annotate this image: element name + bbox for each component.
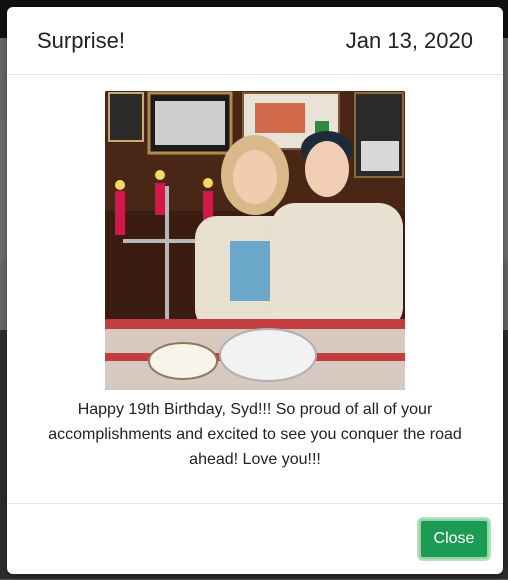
modal-title: Surprise!: [37, 27, 126, 53]
surprise-modal: Surprise! Jan 13, 2020 Happy 19th Birthd…: [7, 7, 503, 574]
birthday-photo: [105, 91, 405, 390]
birthday-message: Happy 19th Birthday, Syd!!! So proud of …: [48, 401, 462, 468]
modal-header: Surprise! Jan 13, 2020: [7, 7, 503, 75]
close-button[interactable]: Close: [419, 519, 489, 559]
modal-footer: Close: [7, 504, 503, 574]
modal-date: Jan 13, 2020: [345, 27, 473, 53]
modal-body: Happy 19th Birthday, Syd!!! So proud of …: [7, 75, 503, 504]
photo-illustration: [105, 91, 405, 390]
